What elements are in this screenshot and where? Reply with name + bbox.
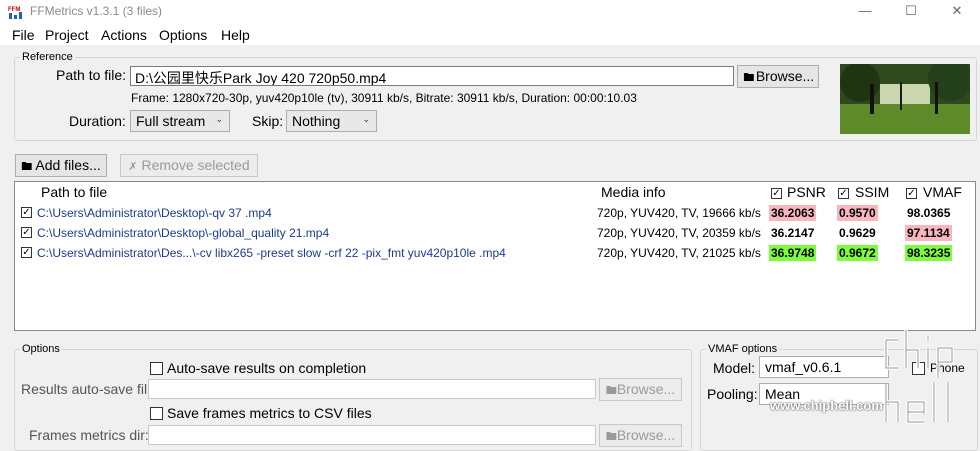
frames-csv-label: Save frames metrics to CSV files (167, 405, 372, 421)
psnr-checkbox[interactable]: ✓ (771, 188, 782, 199)
row-vmaf: 97.1134 (905, 225, 952, 241)
folder-icon: 🖿 (743, 72, 755, 84)
phone-label: Phone (930, 361, 965, 375)
path-label: Path to file: (56, 67, 127, 83)
table-row[interactable]: ✓ C:\Users\Administrator\Desktop\-qv 37 … (15, 204, 975, 224)
svg-text:FFM: FFM (8, 7, 20, 13)
reference-thumbnail (840, 64, 970, 134)
minimize-button[interactable]: — (842, 0, 888, 24)
row-media-info: 720p, YUV420, TV, 19666 kb/s (597, 206, 761, 220)
header-path[interactable]: Path to file (41, 184, 107, 200)
ssim-checkbox[interactable]: ✓ (838, 188, 849, 199)
header-ssim[interactable]: SSIM (855, 184, 889, 200)
autosave-dir-input[interactable] (148, 379, 596, 399)
frames-browse-button[interactable]: 🖿Browse... (599, 424, 682, 447)
browse-label: Browse... (616, 427, 676, 443)
browse-label: Browse... (755, 68, 815, 84)
pooling-label: Pooling: (707, 386, 758, 402)
header-media-info[interactable]: Media info (601, 184, 666, 200)
duration-select[interactable]: Full stream ⌄ (130, 110, 230, 132)
vmaf-options-legend: VMAF options (706, 343, 780, 355)
row-media-info: 720p, YUV420, TV, 20359 kb/s (597, 226, 761, 240)
folder-icon: 🖿 (605, 431, 617, 443)
header-vmaf[interactable]: VMAF (923, 184, 962, 200)
row-psnr: 36.9748 (769, 245, 817, 261)
skip-select[interactable]: Nothing ⌄ (286, 110, 377, 132)
folder-add-icon: 🖿 (21, 161, 33, 173)
row-psnr: 36.2147 (771, 226, 815, 240)
frames-csv-checkbox[interactable] (150, 407, 163, 420)
row-path: C:\Users\Administrator\Desktop\-qv 37 .m… (37, 206, 272, 220)
menu-file[interactable]: File (12, 27, 35, 43)
add-files-button[interactable]: 🖿 Add files... (15, 154, 107, 177)
remove-selected-label: Remove selected (141, 157, 250, 173)
chevron-down-icon: ⌄ (362, 114, 370, 124)
header-psnr[interactable]: PSNR (787, 184, 826, 200)
row-ssim: 0.9570 (837, 205, 878, 221)
menu-bar: File Project Actions Options Help (0, 24, 980, 45)
autosave-checkbox[interactable] (150, 362, 163, 375)
model-label: Model: (713, 360, 756, 376)
frames-dir-input[interactable] (148, 425, 596, 445)
close-button[interactable]: ✕ (934, 0, 980, 24)
files-table: Path to file Media info ✓ PSNR ✓ SSIM ✓ … (14, 181, 976, 331)
skip-value: Nothing (292, 113, 341, 129)
remove-selected-button[interactable]: ✗ Remove selected (120, 154, 258, 177)
chiphell-url: www.chiphell.com (770, 398, 883, 413)
reference-legend: Reference (20, 51, 75, 63)
table-row[interactable]: ✓ C:\Users\Administrator\Desktop\-global… (15, 224, 975, 244)
model-select[interactable]: vmaf_v0.6.1 (759, 356, 889, 378)
row-checkbox[interactable]: ✓ (21, 247, 32, 258)
row-vmaf: 98.0365 (907, 206, 951, 220)
remove-icon: ✗ (128, 161, 138, 173)
row-ssim: 0.9629 (839, 226, 876, 240)
duration-label: Duration: (69, 113, 126, 129)
reference-info: Frame: 1280x720-30p, yuv420p10le (tv), 3… (131, 91, 637, 105)
row-path: C:\Users\Administrator\Desktop\-global_q… (37, 226, 330, 240)
app-icon: FFM (8, 5, 24, 19)
browse-label: Browse... (616, 381, 676, 397)
maximize-button[interactable]: ☐ (888, 0, 934, 24)
autosave-label: Auto-save results on completion (167, 360, 367, 376)
frames-dir-label: Frames metrics dir: (29, 427, 149, 443)
chevron-down-icon: ⌄ (215, 114, 223, 124)
table-row[interactable]: ✓ C:\Users\Administrator\Des...\-cv libx… (15, 244, 975, 264)
title-bar: FFM FFMetrics v1.3.1 (3 files) — ☐ ✕ (0, 0, 980, 24)
add-files-label: Add files... (35, 157, 101, 173)
reference-browse-button[interactable]: 🖿 Browse... (737, 65, 819, 88)
vmaf-checkbox[interactable]: ✓ (906, 188, 917, 199)
skip-label: Skip: (252, 113, 284, 129)
row-psnr: 36.2063 (769, 205, 817, 221)
row-media-info: 720p, YUV420, TV, 21025 kb/s (597, 246, 761, 260)
menu-help[interactable]: Help (221, 27, 250, 43)
options-legend: Options (20, 343, 62, 355)
folder-icon: 🖿 (605, 385, 617, 397)
phone-checkbox[interactable] (912, 362, 925, 375)
menu-project[interactable]: Project (45, 27, 89, 43)
reference-path-input[interactable]: D:\公园里快乐Park Joy 420 720p50.mp4 (130, 66, 734, 86)
row-vmaf: 98.3235 (905, 245, 953, 261)
autosave-browse-button[interactable]: 🖿Browse... (599, 378, 682, 401)
menu-actions[interactable]: Actions (101, 27, 147, 43)
row-ssim: 0.9672 (837, 245, 878, 261)
model-value: vmaf_v0.6.1 (765, 359, 842, 375)
window-title: FFMetrics v1.3.1 (3 files) (30, 4, 163, 18)
row-checkbox[interactable]: ✓ (21, 227, 32, 238)
row-path: C:\Users\Administrator\Des...\-cv libx26… (37, 246, 506, 260)
row-checkbox[interactable]: ✓ (21, 207, 32, 218)
duration-value: Full stream (136, 113, 206, 129)
autosave-dir-label: Results auto-save fil (21, 381, 148, 397)
menu-options[interactable]: Options (159, 27, 207, 43)
